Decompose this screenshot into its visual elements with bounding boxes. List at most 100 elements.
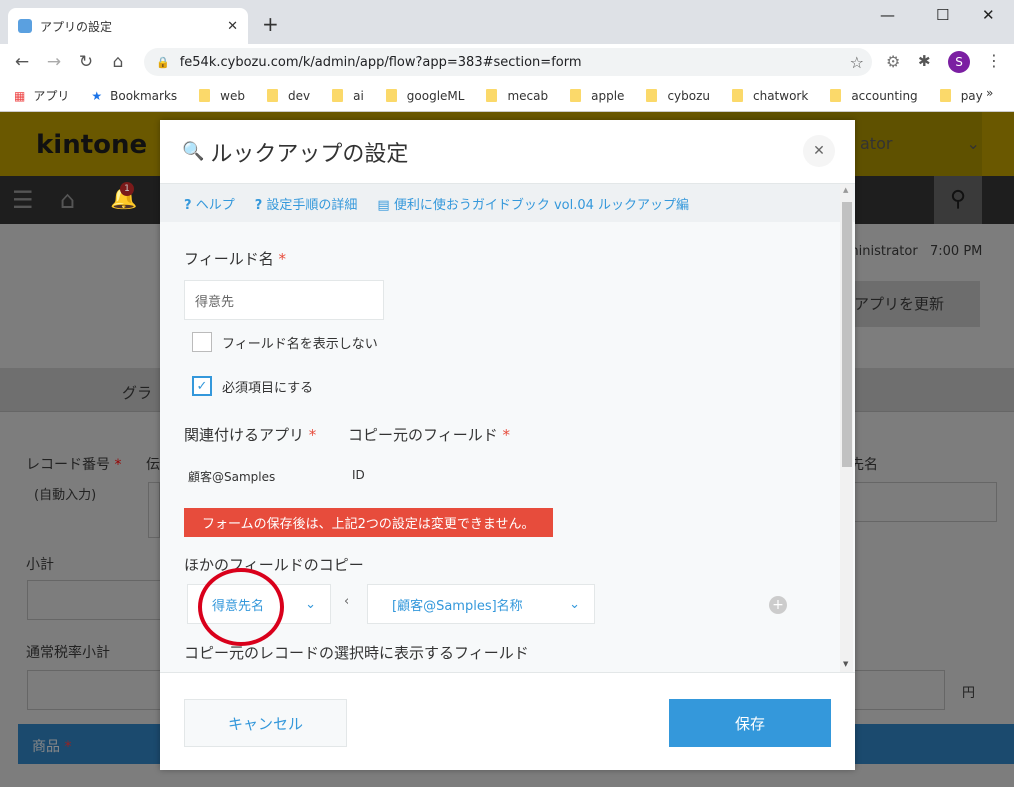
folder-icon — [570, 89, 582, 102]
bookmark-folder[interactable]: pay — [939, 88, 983, 103]
folder-icon — [486, 89, 498, 102]
notification-badge: 1 — [120, 182, 134, 196]
bookmark-label: pay — [960, 88, 983, 103]
minimize-button[interactable]: — — [880, 6, 895, 24]
close-dialog-button[interactable]: ✕ — [803, 135, 835, 167]
normal-tax-subtotal-input — [27, 670, 160, 710]
bookmark-apps[interactable]: ▦ アプリ — [14, 87, 69, 104]
lookup-icon: 🔍 — [182, 141, 205, 162]
arrow-left-icon: ‹ — [344, 594, 350, 609]
required-checkbox[interactable]: ✓ 必須項目にする — [192, 376, 313, 396]
bookmark-folder[interactable]: apple — [570, 89, 624, 103]
source-field-label: コピー元のフィールド * — [348, 426, 510, 444]
amount-input — [855, 670, 945, 710]
bookmarks-bar: ▦ アプリ ★ Bookmarks web dev ai googleML meca… — [0, 80, 1014, 112]
star-icon: ★ — [91, 88, 103, 103]
bookmark-folder[interactable]: googleML — [385, 88, 465, 103]
menu-icon[interactable]: ⋮ — [986, 51, 1002, 70]
hamburger-icon[interactable]: ☰ — [12, 186, 34, 214]
folder-icon — [939, 89, 951, 102]
tab-strip: アプリの設定 ✕ + — ☐ ✕ — [0, 0, 1014, 44]
bookmark-label: accounting — [851, 88, 918, 103]
bookmark-folder[interactable]: accounting — [830, 88, 918, 103]
tab-graph[interactable]: グラ — [122, 382, 152, 403]
cancel-button[interactable]: キャンセル — [184, 699, 347, 747]
guidebook-link[interactable]: ▤ 便利に使おうガイドブック vol.04 ルックアップ編 — [377, 194, 689, 213]
admin-name: ministrator — [846, 244, 918, 259]
close-tab-icon[interactable]: ✕ — [227, 19, 238, 34]
chevron-down-icon: ⌄ — [569, 596, 580, 612]
scrollbar-thumb[interactable] — [842, 202, 852, 467]
hide-field-name-checkbox[interactable]: フィールド名を表示しない — [192, 332, 378, 352]
bookmark-label: アプリ — [33, 89, 70, 103]
bookmark-label: googleML — [406, 88, 465, 103]
checkbox-unchecked[interactable] — [192, 332, 212, 352]
bookmark-label: cybozu — [667, 88, 710, 103]
bookmark-folder[interactable]: web — [199, 89, 245, 103]
close-window-button[interactable]: ✕ — [982, 6, 995, 24]
more-bookmarks-icon[interactable]: » — [986, 86, 993, 100]
copy-source-select[interactable]: [顧客@Samples]名称 ⌄ — [367, 584, 595, 624]
folder-icon — [267, 89, 278, 102]
add-row-icon[interactable]: + — [769, 596, 787, 614]
field-name-input[interactable]: 得意先 — [184, 280, 384, 320]
lookup-settings-dialog: 🔍 ルックアップの設定 ✕ ? ヘルプ ? 設定手順の詳細 ▤ 便利に使おうガイ… — [160, 120, 855, 770]
home-icon[interactable]: ⌂ — [60, 186, 75, 214]
bookmark-star-icon[interactable]: ☆ — [850, 53, 864, 72]
forward-icon[interactable]: → — [38, 52, 70, 72]
customer-name-input — [855, 482, 997, 522]
yen-unit: 円 — [962, 686, 976, 701]
field-label: 伝 — [146, 457, 160, 473]
folder-icon — [199, 89, 211, 102]
extensions-puzzle-icon[interactable]: ✱ — [918, 52, 931, 70]
profile-avatar[interactable]: S — [948, 51, 970, 73]
apps-grid-icon: ▦ — [14, 88, 26, 103]
url-text: fe54k.cybozu.com/k/admin/app/flow?app=38… — [179, 54, 582, 70]
address-bar-row: ← → ↻ ⌂ 🔒 fe54k.cybozu.com/k/admin/app/fl… — [0, 44, 1014, 80]
maximize-button[interactable]: ☐ — [936, 6, 949, 24]
bookmark-bookmarks[interactable]: ★ Bookmarks — [91, 89, 177, 103]
bookmark-folder[interactable]: cybozu — [646, 89, 710, 103]
folder-icon — [830, 89, 842, 102]
warning-banner: フォームの保存後は、上記2つの設定は変更できません。 — [184, 508, 553, 537]
bookmark-label: web — [220, 88, 245, 103]
subtotal-input — [27, 580, 160, 620]
folder-icon — [385, 89, 397, 102]
dialog-scrollbar[interactable]: ▲ ▼ — [840, 184, 853, 672]
save-button[interactable]: 保存 — [669, 699, 831, 747]
question-icon: ? — [184, 197, 192, 213]
back-icon[interactable]: ← — [6, 52, 38, 72]
user-name: ator — [860, 134, 893, 153]
normal-tax-subtotal-label: 通常税率小計 — [26, 645, 110, 661]
reload-icon[interactable]: ↻ — [70, 52, 102, 72]
lock-icon: 🔒 — [156, 55, 170, 69]
annotation-circle — [198, 568, 284, 646]
app-favicon-icon — [18, 19, 32, 33]
search-icon[interactable]: ⚲ — [934, 176, 982, 224]
bookmark-label: chatwork — [753, 88, 809, 103]
field-name-label: フィールド名 * — [184, 250, 286, 268]
checkmark-icon[interactable]: ✓ — [192, 376, 212, 396]
url-input[interactable]: 🔒 fe54k.cybozu.com/k/admin/app/flow?app=3… — [144, 48, 872, 76]
bookmark-folder[interactable]: ai — [332, 89, 364, 103]
home-icon[interactable]: ⌂ — [102, 52, 134, 72]
update-app-button[interactable]: アプリを更新 — [846, 281, 980, 327]
new-tab-button[interactable]: + — [262, 12, 279, 36]
dialog-header: 🔍 ルックアップの設定 ✕ — [160, 120, 855, 184]
bookmark-folder[interactable]: chatwork — [732, 89, 808, 103]
extension-gear-icon[interactable]: ⚙ — [886, 52, 900, 71]
bookmark-folder[interactable]: mecab — [486, 89, 548, 103]
setup-steps-link[interactable]: ? 設定手順の詳細 — [255, 194, 358, 213]
bookmark-folder[interactable]: dev — [267, 89, 310, 103]
time: 7:00 PM — [930, 244, 983, 259]
question-icon: ? — [254, 197, 263, 213]
browser-tab[interactable]: アプリの設定 ✕ — [8, 8, 248, 44]
bookmark-label: apple — [591, 88, 625, 103]
source-field-value: ID — [352, 468, 365, 482]
field-input — [148, 482, 160, 538]
dialog-footer: キャンセル 保存 — [160, 672, 855, 770]
folder-icon — [646, 89, 658, 102]
help-link[interactable]: ? ヘルプ — [184, 194, 235, 213]
record-no-label: レコード番号 * — [26, 457, 122, 473]
related-app-value: 顧客@Samples — [188, 470, 276, 484]
